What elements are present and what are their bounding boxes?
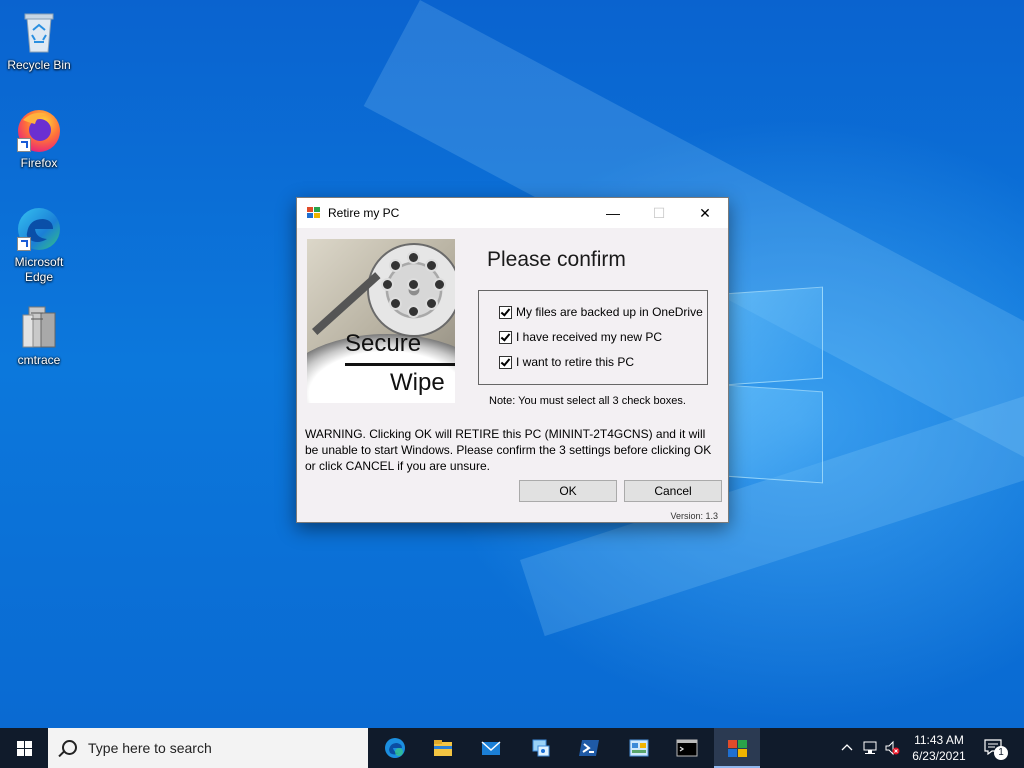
command-prompt-icon: [676, 739, 698, 757]
taskbar-control-panel[interactable]: [616, 728, 662, 768]
cancel-button[interactable]: Cancel: [624, 480, 722, 502]
close-button[interactable]: ✕: [682, 198, 728, 228]
app-icon: [307, 207, 321, 219]
powershell-icon: [579, 740, 599, 756]
search-placeholder: Type here to search: [88, 740, 212, 756]
minimize-button[interactable]: —: [590, 198, 636, 228]
secure-wipe-image: Secure Wipe: [307, 239, 455, 403]
taskbar-command-prompt[interactable]: [664, 728, 710, 768]
edge-icon: [15, 205, 63, 253]
checkbox-label: I want to retire this PC: [516, 355, 635, 369]
taskbar-clock[interactable]: 11:43 AM 6/23/2021: [908, 732, 970, 764]
taskbar: Type here to search 11:43 AM 6/23/2021 1: [0, 728, 1024, 768]
image-text-secure: Secure: [345, 330, 422, 357]
checkbox-label: My files are backed up in OneDrive: [516, 305, 703, 319]
network-icon[interactable]: [862, 740, 878, 756]
control-panel-icon: [629, 739, 649, 757]
checkbox-note: Note: You must select all 3 check boxes.: [489, 395, 686, 407]
desktop-icon-cmtrace[interactable]: cmtrace: [0, 303, 78, 368]
taskbar-network-tool[interactable]: [518, 728, 564, 768]
taskbar-file-explorer[interactable]: [420, 728, 466, 768]
clock-time: 11:43 AM: [914, 733, 964, 747]
checkbox-checked-icon[interactable]: [499, 331, 512, 344]
maximize-button: ☐: [652, 205, 666, 221]
desktop-icon-firefox[interactable]: Firefox: [0, 106, 78, 171]
dialog-title: Retire my PC: [328, 206, 400, 220]
desktop-icon-label: cmtrace: [17, 353, 61, 367]
taskbar-retire-my-pc[interactable]: [714, 728, 760, 768]
retire-my-pc-dialog: Retire my PC — ☐ ✕ Secure Wipe Please co…: [296, 197, 729, 523]
file-explorer-icon: [434, 740, 452, 756]
search-icon: [62, 740, 77, 755]
version-label: Version: 1.3: [670, 511, 718, 521]
retire-my-pc-icon: [728, 740, 747, 757]
image-text-wipe: Wipe: [390, 369, 445, 396]
network-tool-icon: [532, 739, 550, 757]
start-button[interactable]: [0, 728, 48, 768]
checkbox-label: I have received my new PC: [516, 330, 663, 344]
shortcut-arrow-icon: [17, 237, 31, 251]
desktop-icon-label: Microsoft Edge: [14, 255, 64, 284]
cmtrace-icon: [15, 303, 63, 351]
checkbox-checked-icon[interactable]: [499, 356, 512, 369]
clock-date: 6/23/2021: [912, 749, 966, 763]
shortcut-arrow-icon: [17, 138, 31, 152]
desktop-icon-label: Recycle Bin: [7, 58, 71, 72]
taskbar-edge[interactable]: [372, 728, 418, 768]
taskbar-search-box[interactable]: Type here to search: [48, 728, 368, 768]
notification-badge: 1: [994, 746, 1008, 760]
desktop: Recycle Bin Firefox Microsoft Edge cmtra…: [0, 0, 1024, 728]
windows-logo-wallpaper: [725, 286, 825, 500]
edge-icon: [385, 738, 405, 758]
action-center-button[interactable]: 1: [980, 728, 1016, 768]
taskbar-powershell[interactable]: [566, 728, 612, 768]
desktop-icon-edge[interactable]: Microsoft Edge: [0, 205, 78, 285]
firefox-icon: [15, 106, 63, 154]
volume-muted-icon[interactable]: [884, 740, 900, 756]
dialog-heading: Please confirm: [487, 248, 626, 271]
mail-icon: [481, 741, 501, 755]
checkbox-checked-icon[interactable]: [499, 306, 512, 319]
ok-button[interactable]: OK: [519, 480, 617, 502]
dialog-titlebar[interactable]: Retire my PC — ☐ ✕: [297, 198, 728, 228]
system-tray: [838, 728, 900, 768]
warning-text: WARNING. Clicking OK will RETIRE this PC…: [305, 427, 712, 473]
chevron-up-icon[interactable]: [840, 741, 854, 755]
taskbar-mail[interactable]: [468, 728, 514, 768]
desktop-icon-label: Firefox: [20, 156, 58, 170]
desktop-icon-recycle-bin[interactable]: Recycle Bin: [0, 8, 78, 73]
recycle-bin-icon: [15, 8, 63, 56]
confirm-checkbox-group: My files are backed up in OneDrive I hav…: [478, 290, 708, 385]
